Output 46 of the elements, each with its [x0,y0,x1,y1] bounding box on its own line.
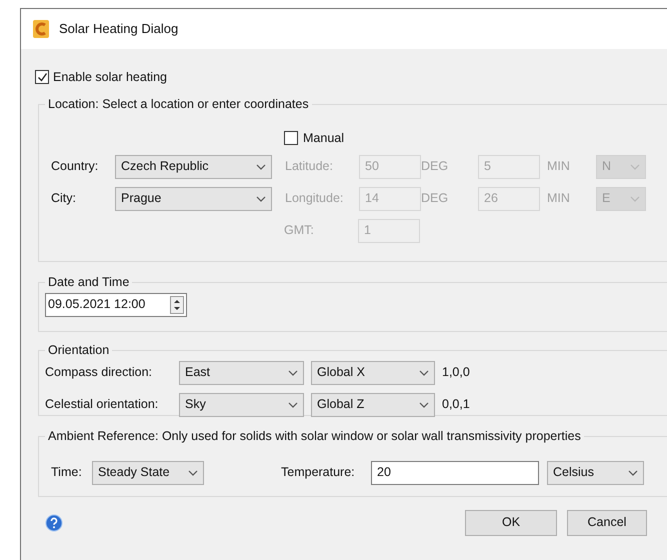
caret-icon [288,402,298,408]
checkbox-label: Manual [303,130,344,147]
enable-checkbox[interactable] [35,70,49,84]
manual-checkbox[interactable] [284,131,298,146]
unit-label: MIN [547,158,571,176]
field-label: Latitude: [285,158,334,176]
caret-icon [628,470,638,476]
country-dropdown[interactable]: Czech Republic [115,154,272,178]
field-label: Country: [51,158,100,176]
direction-dropdown[interactable]: East [179,360,304,385]
field-label: Longitude: [285,190,344,208]
unit-label: DEG [421,190,450,208]
caret-icon [256,164,266,170]
axis-dropdown[interactable]: Global Z [311,392,435,417]
caret-icon [256,196,266,202]
temperature-field[interactable]: 20 [371,460,539,485]
field-label: City: [51,190,77,208]
caret-icon [188,470,198,476]
unit-label: MIN [547,190,571,208]
city-dropdown[interactable]: Prague [115,186,272,210]
app-logo-icon [33,20,49,38]
unit-dropdown[interactable]: Celsius [547,460,644,485]
window-title: Solar Heating Dialog [59,20,178,38]
cancel-button[interactable]: Cancel [567,510,647,536]
field-label: Compass direction: [45,364,153,382]
spinner-arrows-icon[interactable] [170,296,184,314]
help-icon[interactable] [45,514,63,532]
checkbox-label: Enable solar heating [53,69,167,86]
unit-label: DEG [421,158,450,176]
field-label: Temperature: [281,464,356,482]
caret-icon [419,402,429,408]
vector-text: 1,0,0 [442,364,470,382]
caret-icon [630,164,640,170]
caret-icon [288,370,298,376]
group-legend: Ambient Reference: Only used for solids with solar window or solar wall transmissivity properties [45,428,584,444]
field-label: Time: [51,464,83,482]
field-label: GMT: [284,222,315,240]
direction-dropdown[interactable]: Sky [179,392,304,417]
ok-button[interactable]: OK [465,510,557,536]
caret-icon [419,370,429,376]
axis-dropdown[interactable]: Global X [311,360,435,385]
time-dropdown[interactable]: Steady State [92,460,204,485]
caret-icon [630,196,640,202]
field-label: Celestial orientation: [45,396,160,414]
vector-text: 0,0,1 [442,396,470,414]
datetime-spinner[interactable]: 09.05.2021 12:00 [45,292,187,317]
